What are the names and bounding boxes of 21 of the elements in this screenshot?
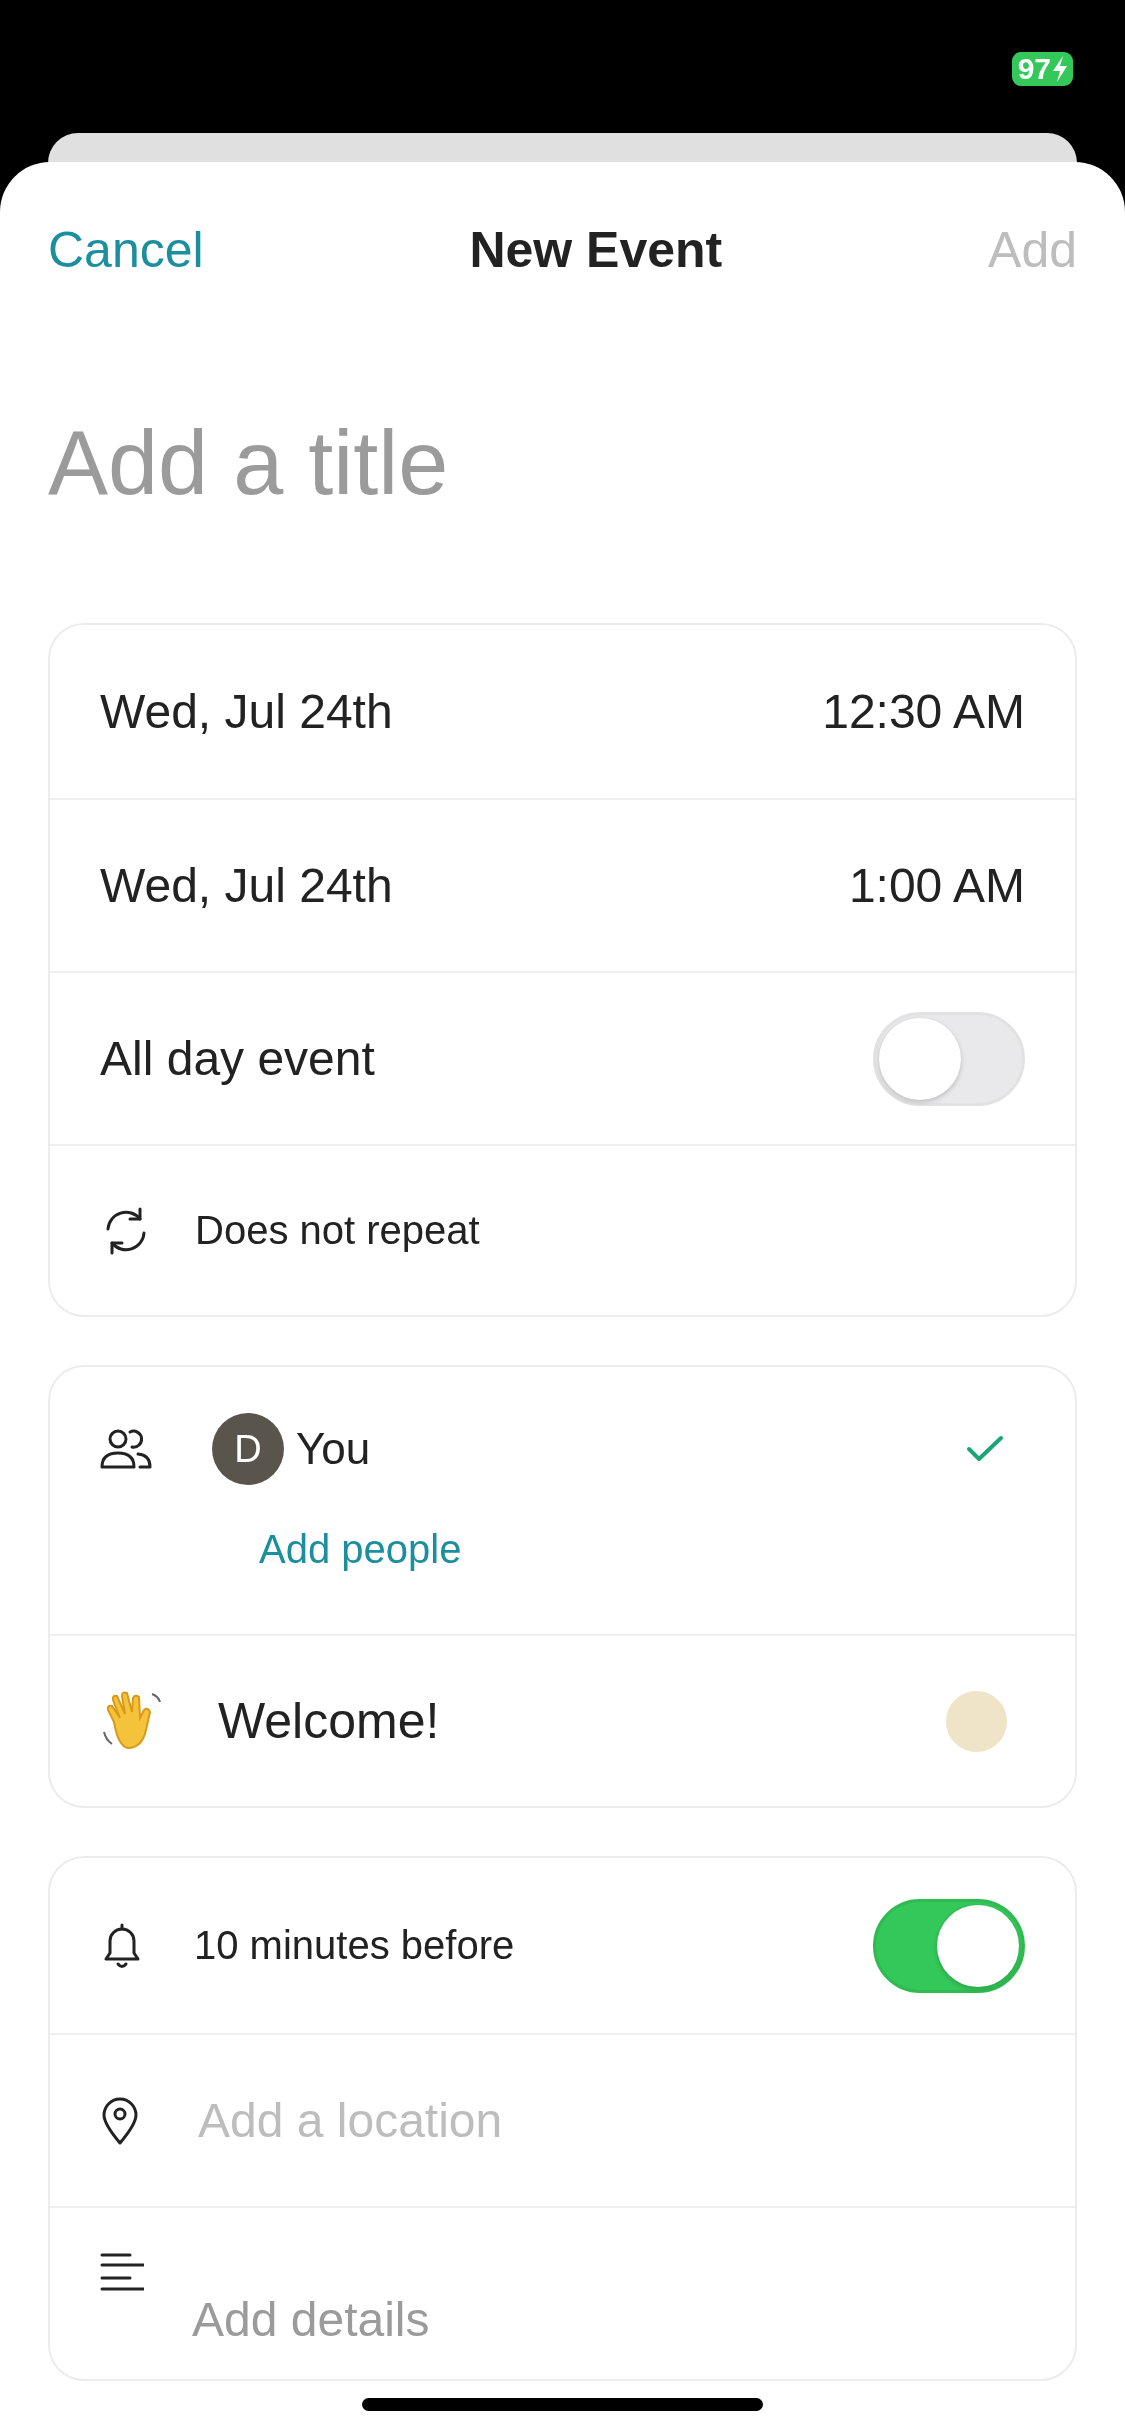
title-field[interactable]: Add a title bbox=[48, 408, 748, 518]
all-day-label: All day event bbox=[100, 1031, 375, 1086]
end-time[interactable]: 1:00 AM bbox=[848, 858, 1025, 913]
reminder-label[interactable]: 10 minutes before bbox=[194, 1923, 515, 1968]
people-icon bbox=[100, 1427, 152, 1471]
repeat-option[interactable]: Does not repeat bbox=[195, 1208, 480, 1253]
start-date[interactable]: Wed, Jul 24th bbox=[100, 684, 393, 739]
bolt-icon bbox=[1051, 55, 1069, 83]
event-title-value[interactable]: Welcome! bbox=[218, 1692, 440, 1750]
cancel-button[interactable]: Cancel bbox=[48, 221, 204, 279]
screen-title: New Event bbox=[469, 221, 723, 279]
attendee-name: You bbox=[296, 1424, 371, 1474]
start-time[interactable]: 12:30 AM bbox=[822, 684, 1025, 739]
location-pin-icon bbox=[100, 2095, 140, 2146]
location-field[interactable]: Add a location bbox=[198, 2093, 898, 2148]
add-people-link[interactable]: Add people bbox=[259, 1527, 462, 1572]
battery-level: 97 bbox=[1017, 52, 1051, 86]
text-lines-icon bbox=[100, 2252, 144, 2292]
avatar: D bbox=[212, 1413, 284, 1485]
end-date[interactable]: Wed, Jul 24th bbox=[100, 858, 393, 913]
details-field[interactable]: Add details bbox=[192, 2292, 892, 2347]
